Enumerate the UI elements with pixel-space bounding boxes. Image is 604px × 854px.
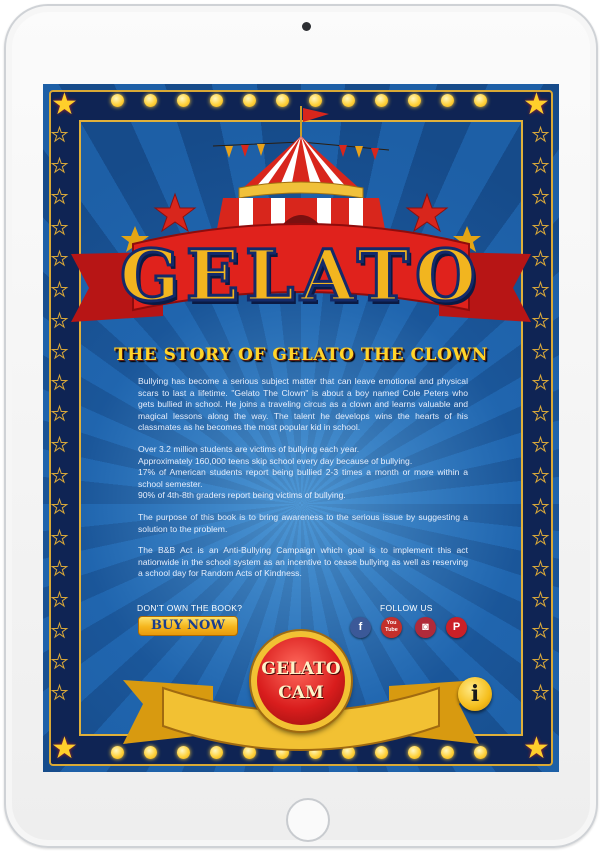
info-icon[interactable]: i (458, 677, 492, 711)
gelato-cam-label-line2: CAM (278, 683, 324, 703)
gelato-cam-label-line1: GELATO (261, 659, 341, 679)
gelato-cam-button[interactable]: GELATO CAM (251, 631, 351, 731)
app-screen: ★ ★ ★ ★ ★ ★ ★ ★ ★ ★ ★ ★ ★ ★ ★ ★ ★ ★ ★ ★ ★ ★ ★ ★ ★ ★ ★ ★ ★ ★ ★ ★ ★ ★ ★ ★ ★ ★ ★… (43, 84, 559, 772)
front-camera (302, 22, 311, 31)
home-button[interactable] (286, 798, 330, 842)
